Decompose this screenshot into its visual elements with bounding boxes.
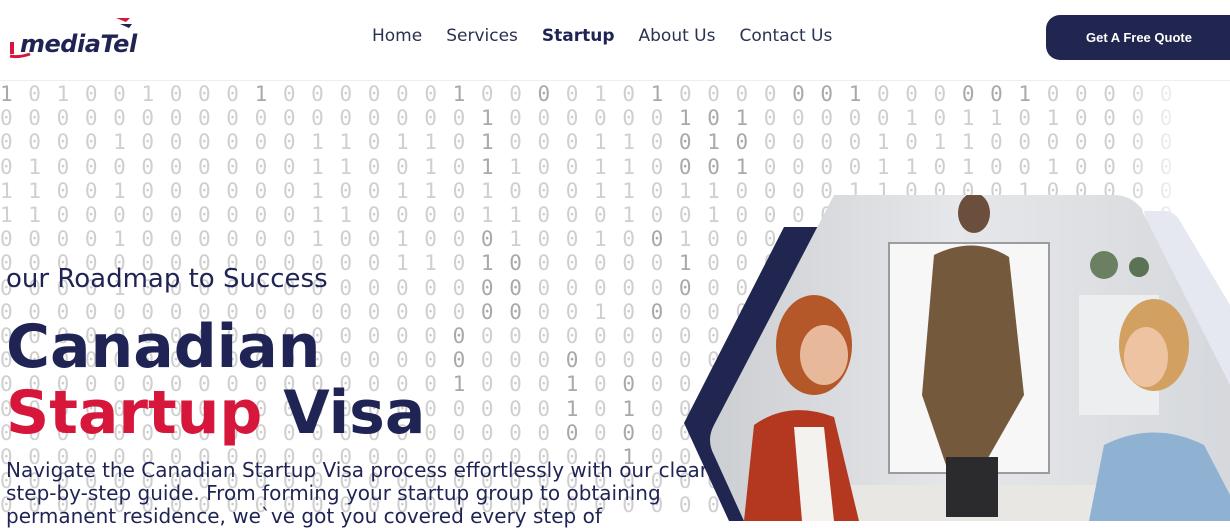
nav-services[interactable]: Services [446,26,518,46]
main-nav: Home Services Startup About Us Contact U… [360,26,844,46]
nav-about-us[interactable]: About Us [639,26,716,46]
nav-home[interactable]: Home [372,26,422,46]
hero-title-highlight: Startup [6,378,263,448]
nav-contact-us[interactable]: Contact Us [739,26,832,46]
get-free-quote-button[interactable]: Get A Free Quote [1046,15,1230,60]
hero-team-photo [684,195,1230,521]
hero-description: Navigate the Canadian Startup Visa proce… [6,458,715,528]
hero-title: Canadian Startup Visa [6,314,425,446]
hero-subtitle: our Roadmap to Success [6,264,328,294]
hero-title-line1: Canadian [6,312,321,382]
hero-title-line2: Startup Visa [6,380,425,446]
mediatel-logo[interactable]: mediaTel [8,14,138,60]
logo-wordmark: mediaTel [20,30,137,58]
nav-startup[interactable]: Startup [542,26,615,46]
site-header: mediaTel Home Services Startup About Us … [0,0,1230,81]
hero-title-rest: Visa [262,378,426,448]
